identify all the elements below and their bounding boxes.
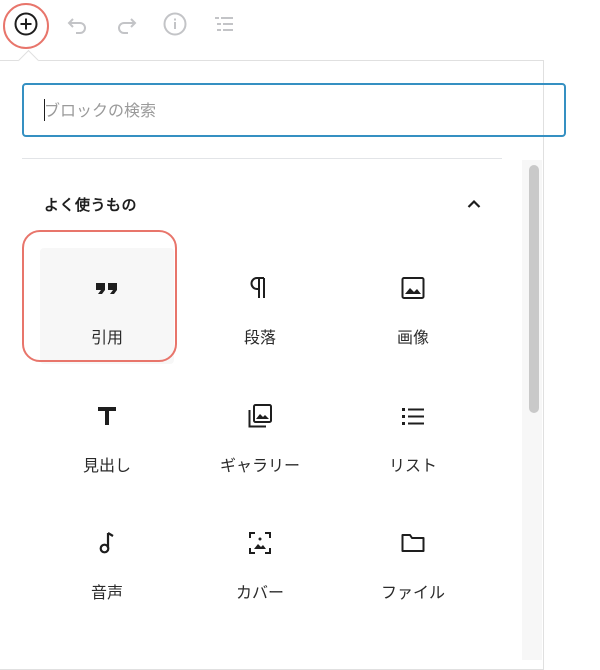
selection-highlight [22, 230, 177, 362]
block-item-audio[interactable]: 音声 [40, 503, 174, 619]
block-search-field[interactable] [22, 83, 566, 137]
gallery-icon [246, 402, 274, 430]
redo-icon [118, 18, 137, 34]
paragraph-icon [246, 274, 274, 302]
block-item-image[interactable]: 画像 [346, 248, 480, 364]
block-item-label: カバー [235, 583, 284, 602]
block-item-list[interactable]: リスト [346, 376, 480, 492]
list-icon [399, 402, 427, 430]
block-search-input[interactable] [24, 85, 564, 135]
block-item-label: 段落 [243, 328, 276, 347]
divider [22, 158, 502, 159]
block-item-cover[interactable]: カバー [193, 503, 327, 619]
editor-toolbar [0, 0, 600, 52]
undo-button[interactable] [60, 6, 96, 42]
heading-icon [93, 402, 121, 430]
outline-button[interactable] [206, 6, 242, 42]
undo-icon [67, 18, 86, 34]
block-item-gallery[interactable]: ギャラリー [193, 376, 327, 492]
redo-button[interactable] [108, 6, 144, 42]
folder-icon [399, 529, 427, 557]
block-item-label: 音声 [90, 583, 123, 602]
block-item-label: ファイル [380, 583, 445, 602]
scrollbar-thumb[interactable] [529, 165, 539, 413]
block-item-file[interactable]: ファイル [346, 503, 480, 619]
block-item-label: 画像 [396, 328, 429, 347]
image-icon [399, 274, 427, 302]
text-caret [44, 99, 45, 121]
info-button[interactable] [157, 6, 193, 42]
audio-icon [93, 529, 121, 557]
section-title: よく使うもの [44, 195, 138, 214]
block-item-label: リスト [388, 456, 437, 475]
info-icon [163, 12, 187, 36]
list-outline-icon [215, 17, 233, 31]
section-header-frequent[interactable]: よく使うもの [44, 190, 484, 218]
block-item-heading[interactable]: 見出し [40, 376, 174, 492]
plus-circle-icon [14, 12, 38, 36]
block-item-label: ギャラリー [219, 456, 300, 475]
add-block-button[interactable] [8, 6, 44, 42]
block-item-label: 見出し [82, 456, 131, 475]
block-item-paragraph[interactable]: 段落 [193, 248, 327, 364]
cover-icon [246, 529, 274, 557]
chevron-up-icon[interactable] [464, 194, 484, 214]
